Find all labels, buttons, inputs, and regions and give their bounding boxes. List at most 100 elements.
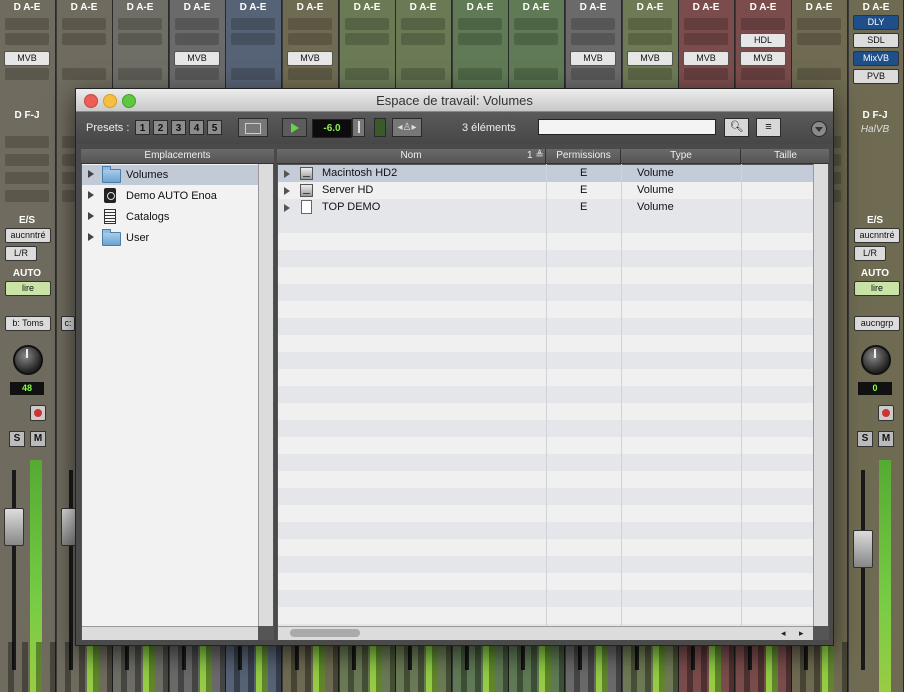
preset-5-button[interactable]: 5 — [207, 120, 222, 135]
insert-slot[interactable] — [684, 33, 728, 45]
insert-slot[interactable] — [5, 136, 49, 148]
insert-slot[interactable] — [514, 68, 558, 80]
insert-slot[interactable] — [741, 18, 785, 30]
locations-scrollbar-vertical[interactable] — [258, 164, 273, 626]
insert-plugin[interactable]: MVB — [570, 51, 616, 66]
insert-pvb[interactable]: PVB — [853, 69, 899, 84]
preset-1-button[interactable]: 1 — [135, 120, 150, 135]
insert-plugin[interactable]: MVB — [174, 51, 220, 66]
insert-slot[interactable] — [458, 68, 502, 80]
insert-slot[interactable] — [401, 18, 445, 30]
insert-slot[interactable] — [401, 33, 445, 45]
insert-plugin[interactable]: MVB — [287, 51, 333, 66]
level-slider[interactable] — [352, 118, 365, 137]
location-catalogs[interactable]: Catalogs — [82, 207, 258, 227]
insert-slot[interactable] — [345, 33, 389, 45]
insert-plugin[interactable]: MVB — [740, 51, 786, 66]
insert-slot[interactable] — [571, 68, 615, 80]
insert-slot[interactable] — [684, 18, 728, 30]
search-input[interactable] — [538, 119, 716, 135]
pan-knob[interactable] — [13, 345, 43, 375]
insert-slot[interactable] — [684, 68, 728, 80]
insert-slot[interactable] — [345, 68, 389, 80]
preset-4-button[interactable]: 4 — [189, 120, 204, 135]
insert-plugin[interactable]: MVB — [4, 51, 50, 66]
insert-slot[interactable] — [118, 18, 162, 30]
location-demo-auto-enoa[interactable]: Demo AUTO Enoa — [82, 186, 258, 206]
volume-fader[interactable] — [4, 508, 24, 546]
files-scrollbar-horizontal[interactable]: ◂ ▸ — [278, 626, 813, 640]
insert-slot[interactable] — [5, 172, 49, 184]
pan-knob[interactable] — [861, 345, 891, 375]
insert-slot[interactable] — [62, 33, 106, 45]
disclosure-triangle-icon[interactable] — [88, 233, 94, 241]
io-input-selector[interactable]: aucnntré — [5, 228, 51, 243]
sort-indicator[interactable]: 1 ≜ — [527, 149, 544, 163]
insert-sdl[interactable]: SDL — [853, 33, 899, 48]
insert-plugin[interactable]: HDL — [740, 33, 786, 48]
automation-mode-selector[interactable]: lire — [5, 281, 51, 296]
insert-slot[interactable] — [288, 18, 332, 30]
scroll-right-arrow-icon[interactable]: ▸ — [799, 628, 804, 639]
insert-dly[interactable]: DLY — [853, 15, 899, 30]
automation-mode-selector[interactable]: lire — [854, 281, 900, 296]
insert-slot[interactable] — [458, 18, 502, 30]
insert-slot[interactable] — [514, 18, 558, 30]
new-folder-button[interactable] — [238, 118, 268, 137]
insert-slot[interactable] — [175, 18, 219, 30]
insert-slot[interactable] — [231, 33, 275, 45]
insert-slot[interactable] — [118, 33, 162, 45]
view-options-button[interactable]: ≡ — [756, 118, 781, 137]
insert-slot[interactable] — [571, 33, 615, 45]
io-input-selector[interactable]: aucnntré — [854, 228, 900, 243]
disclosure-triangle-icon[interactable] — [88, 170, 94, 178]
insert-slot[interactable] — [628, 18, 672, 30]
collapse-button[interactable] — [811, 121, 827, 137]
insert-slot[interactable] — [288, 68, 332, 80]
insert-slot[interactable] — [797, 33, 841, 45]
record-button[interactable] — [878, 405, 894, 421]
files-scrollbar-vertical[interactable] — [813, 164, 828, 626]
insert-slot[interactable] — [741, 68, 785, 80]
spot-mode-button[interactable]: ◂♙▸ — [392, 118, 422, 137]
insert-slot[interactable] — [62, 68, 106, 80]
insert-slot[interactable] — [797, 68, 841, 80]
insert-slot[interactable] — [5, 33, 49, 45]
io-output-selector[interactable]: L/R — [5, 246, 37, 261]
column-size[interactable]: Taille — [740, 149, 830, 163]
mute-button[interactable]: M — [30, 431, 46, 447]
title-bar[interactable]: Espace de travail: Volumes — [76, 89, 833, 112]
disclosure-triangle-icon[interactable] — [284, 204, 290, 212]
preview-play-button[interactable] — [282, 118, 307, 137]
solo-button[interactable]: S — [9, 431, 25, 447]
insert-slot[interactable] — [628, 33, 672, 45]
insert-slot[interactable] — [231, 68, 275, 80]
disclosure-triangle-icon[interactable] — [88, 191, 94, 199]
search-button[interactable]: 🔍︎ — [724, 118, 749, 137]
insert-slot[interactable] — [175, 68, 219, 80]
io-output-selector[interactable]: L/R — [854, 246, 886, 261]
insert-slot[interactable] — [175, 33, 219, 45]
insert-slot[interactable] — [5, 154, 49, 166]
insert-slot[interactable] — [628, 68, 672, 80]
insert-slot[interactable] — [401, 68, 445, 80]
insert-plugin[interactable]: MVB — [627, 51, 673, 66]
insert-slot[interactable] — [118, 68, 162, 80]
insert-slot[interactable] — [5, 68, 49, 80]
insert-slot[interactable] — [571, 18, 615, 30]
disclosure-triangle-icon[interactable] — [284, 187, 290, 195]
column-name[interactable]: Nom — [277, 149, 545, 163]
insert-mixvb[interactable]: MixVB — [853, 51, 899, 66]
disclosure-triangle-icon[interactable] — [88, 212, 94, 220]
volume-fader[interactable] — [853, 530, 873, 568]
column-permissions[interactable]: Permissions — [545, 149, 621, 163]
disclosure-triangle-icon[interactable] — [284, 170, 290, 178]
insert-slot[interactable] — [5, 190, 49, 202]
record-button[interactable] — [30, 405, 46, 421]
mute-button[interactable]: M — [878, 431, 894, 447]
insert-slot[interactable] — [458, 33, 502, 45]
scroll-thumb[interactable] — [290, 629, 360, 637]
preset-3-button[interactable]: 3 — [171, 120, 186, 135]
location-user[interactable]: User — [82, 228, 258, 248]
locations-scrollbar-horizontal[interactable] — [82, 626, 258, 640]
